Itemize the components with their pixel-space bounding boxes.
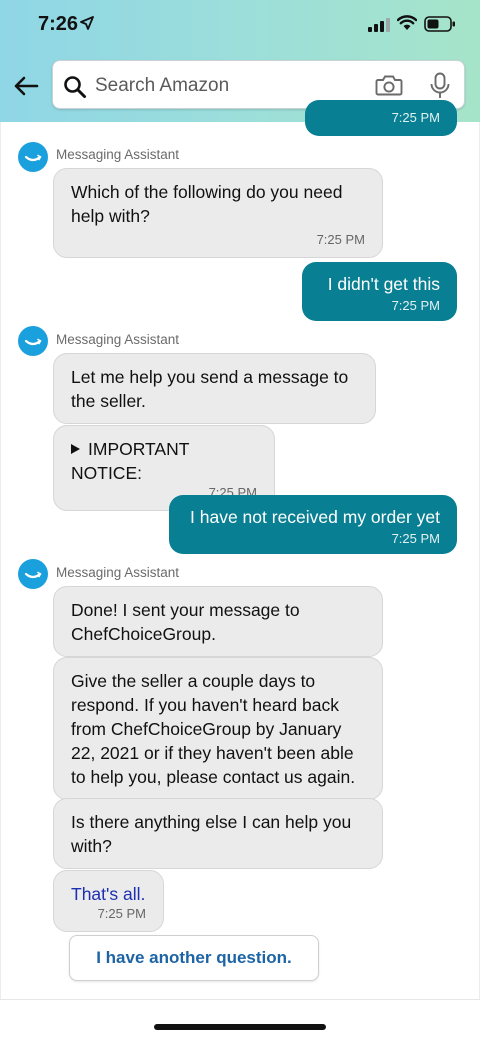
- amazon-smile-icon: [18, 142, 48, 172]
- location-arrow-icon: [80, 16, 94, 30]
- message-text: IMPORTANT NOTICE:: [71, 437, 257, 485]
- message-text: I have not received my order yet: [190, 507, 440, 527]
- message-text: Which of the following do you need help …: [71, 182, 343, 226]
- mic-icon[interactable]: [429, 72, 451, 100]
- bottom-bar: [0, 999, 480, 1039]
- quick-reply-selected: That's all.: [71, 884, 146, 904]
- user-message-partial: 7:25 PM: [305, 100, 457, 136]
- assistant-name: Messaging Assistant: [56, 147, 180, 162]
- assistant-message: That's all. 7:25 PM: [53, 870, 164, 932]
- message-timestamp: 7:25 PM: [97, 906, 146, 921]
- message-text: Done! I sent your message to ChefChoiceG…: [71, 600, 300, 644]
- assistant-message: Is there anything else I can help you wi…: [53, 798, 383, 869]
- message-timestamp: 7:25 PM: [391, 531, 440, 546]
- wifi-icon: [397, 15, 417, 30]
- message-text: Let me help you send a message to the se…: [71, 367, 349, 411]
- search-icon: [64, 76, 86, 98]
- assistant-message: Which of the following do you need help …: [53, 168, 383, 258]
- user-message: I didn't get this 7:25 PM: [302, 262, 457, 321]
- status-time: 7:26: [38, 13, 79, 35]
- message-text: I didn't get this: [327, 274, 440, 294]
- assistant-message: Give the seller a couple days to respond…: [53, 657, 383, 800]
- disclosure-triangle-icon: [71, 444, 80, 454]
- message-text: Give the seller a couple days to respond…: [71, 671, 356, 787]
- assistant-name: Messaging Assistant: [56, 332, 180, 347]
- chat-border: [0, 122, 1, 999]
- message-timestamp: 7:25 PM: [316, 232, 365, 247]
- back-arrow-icon[interactable]: [10, 70, 42, 102]
- message-timestamp: 7:25 PM: [391, 110, 440, 125]
- camera-icon[interactable]: [375, 73, 403, 97]
- another-question-button[interactable]: I have another question.: [69, 935, 319, 981]
- status-bar: 7:26: [0, 0, 480, 50]
- message-timestamp: 7:25 PM: [391, 298, 440, 313]
- signal-icon: [368, 18, 390, 32]
- amazon-smile-icon: [18, 559, 48, 589]
- assistant-name: Messaging Assistant: [56, 565, 180, 580]
- notice-label: IMPORTANT NOTICE:: [71, 439, 190, 483]
- message-text: Is there anything else I can help you wi…: [71, 812, 352, 856]
- user-message: I have not received my order yet 7:25 PM: [169, 495, 457, 554]
- battery-icon: [424, 16, 455, 32]
- amazon-smile-icon: [18, 326, 48, 356]
- search-input[interactable]: [95, 71, 355, 101]
- assistant-message: Done! I sent your message to ChefChoiceG…: [53, 586, 383, 657]
- assistant-message: Let me help you send a message to the se…: [53, 353, 376, 424]
- home-indicator[interactable]: [154, 1024, 326, 1030]
